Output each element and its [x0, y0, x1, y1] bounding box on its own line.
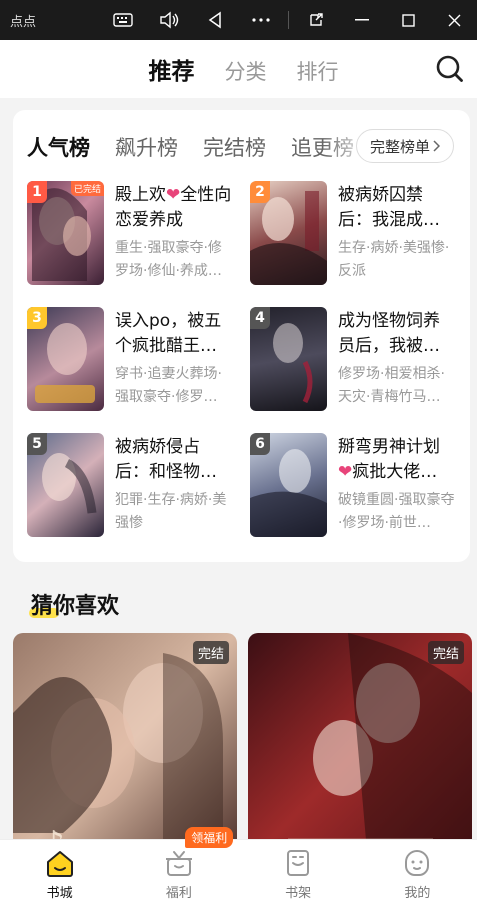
book-title-6: 掰弯男神计划 ❤疯批大佬…: [338, 437, 440, 482]
book-tags-2: 生存·病娇·美强惨·反派: [338, 240, 450, 279]
heart-icon: ❤: [166, 185, 181, 205]
completed-badge: 完结: [427, 641, 464, 664]
book-item-3[interactable]: 3 误入po，被五个疯批醋王… 穿书·追妻火葬场·强取豪夺·修罗…: [27, 307, 242, 411]
more-icon[interactable]: [246, 5, 276, 35]
ranking-tabs: 人气榜 飙升榜 完结榜 追更榜: [27, 132, 367, 162]
popout-icon[interactable]: [301, 5, 331, 35]
chevron-right-icon: [433, 140, 440, 152]
tab-recommend[interactable]: 推荐: [149, 52, 195, 86]
book-tags-6: 破镜重圆·强取豪夺·修罗场·前世…: [338, 492, 455, 531]
window-titlebar: 点点: [0, 0, 477, 40]
gift-icon: [165, 851, 192, 876]
guess-section-title: 猜你喜欢: [28, 588, 119, 620]
rank-number-1: 1: [27, 181, 47, 203]
bottom-nav-welfare[interactable]: 领福利 福利: [119, 827, 238, 903]
bottom-nav-label: 书城: [46, 886, 73, 901]
completed-badge: 完结: [192, 641, 229, 664]
book-title-5: 被病娇侵占后：和怪物…: [115, 437, 217, 482]
search-icon[interactable]: [435, 54, 465, 84]
completed-badge-1: 已完结: [70, 181, 104, 196]
minimize-icon[interactable]: [347, 5, 377, 35]
book-title-2: 被病娇囚禁后：我混成…: [338, 185, 440, 230]
guess-card-2[interactable]: 完结: [248, 633, 472, 863]
book-tags-1: 重生·强取豪夺·修罗场·修仙·养成…: [115, 240, 222, 279]
ranking-tab-completed[interactable]: 完结榜: [203, 132, 266, 162]
tab-category[interactable]: 分类: [225, 56, 267, 86]
book-cover-1: 1 已完结: [27, 181, 104, 285]
rank-number-3: 3: [27, 307, 47, 329]
book-tags-4: 修罗场·相爱相杀·天灾·青梅竹马…: [338, 366, 445, 405]
home-icon: [46, 851, 73, 877]
keyboard-icon[interactable]: [108, 5, 138, 35]
book-cover-3: 3: [27, 307, 104, 411]
back-triangle-icon[interactable]: [200, 5, 230, 35]
bookshelf-icon: [287, 850, 310, 876]
rank-number-6: 6: [250, 433, 270, 455]
bottom-nav-label: 书架: [285, 886, 312, 901]
ranking-card: 人气榜 飙升榜 完结榜 追更榜 完整榜单 1 已完结 殿上欢❤全性向恋爱养成 重…: [13, 110, 470, 562]
book-item-5[interactable]: 5 被病娇侵占后：和怪物… 犯罪·生存·病娇·美强惨: [27, 433, 242, 537]
bottom-nav-label: 福利: [165, 886, 192, 901]
top-nav: 推荐 分类 排行: [0, 40, 477, 98]
book-title-1: 殿上欢❤全性向恋爱养成: [115, 185, 232, 230]
rank-number-2: 2: [250, 181, 270, 203]
book-title-3: 误入po，被五个疯批醋王…: [115, 311, 222, 356]
bottom-nav-profile[interactable]: 我的: [358, 840, 477, 903]
book-cover-2: 2: [250, 181, 327, 285]
maximize-icon[interactable]: [393, 5, 423, 35]
book-item-1[interactable]: 1 已完结 殿上欢❤全性向恋爱养成 重生·强取豪夺·修罗场·修仙·养成…: [27, 181, 242, 285]
rank-number-5: 5: [27, 433, 47, 455]
tab-ranking[interactable]: 排行: [297, 56, 339, 86]
bottom-nav-bookstore[interactable]: 书城: [0, 840, 119, 903]
app-title: 点点: [10, 14, 37, 30]
top-nav-tabs: 推荐 分类 排行: [149, 52, 339, 86]
rank-number-4: 4: [250, 307, 270, 329]
full-list-label: 完整榜单: [369, 137, 430, 156]
book-tags-5: 犯罪·生存·病娇·美强惨: [115, 492, 227, 531]
book-cover-4: 4: [250, 307, 327, 411]
book-title-4: 成为怪物饲养员后，我被…: [338, 311, 440, 356]
welfare-badge: 领福利: [185, 827, 234, 848]
book-cover-6: 6: [250, 433, 327, 537]
titlebar-icons: [100, 5, 477, 35]
book-item-2[interactable]: 2 被病娇囚禁后：我混成… 生存·病娇·美强惨·反派: [250, 181, 465, 285]
book-cover-5: 5: [27, 433, 104, 537]
bottom-nav-label: 我的: [404, 886, 431, 901]
bottom-nav: 书城 领福利 福利 书架 我的: [0, 827, 477, 903]
ranking-tab-popular[interactable]: 人气榜: [27, 132, 90, 162]
titlebar-divider: [288, 11, 289, 29]
close-icon[interactable]: [439, 5, 469, 35]
guess-cover-2: [248, 633, 472, 863]
volume-icon[interactable]: [154, 5, 184, 35]
book-tags-3: 穿书·追妻火葬场·强取豪夺·修罗…: [115, 366, 222, 405]
bottom-nav-bookshelf[interactable]: 书架: [239, 840, 358, 903]
profile-icon: [405, 849, 430, 876]
full-list-button[interactable]: 完整榜单: [356, 129, 454, 163]
book-item-6[interactable]: 6 掰弯男神计划 ❤疯批大佬… 破镜重圆·强取豪夺·修罗场·前世…: [250, 433, 465, 537]
heart-icon: ❤: [338, 462, 353, 482]
ranking-tab-rising[interactable]: 飙升榜: [115, 132, 178, 162]
book-item-4[interactable]: 4 成为怪物饲养员后，我被… 修罗场·相爱相杀·天灾·青梅竹马…: [250, 307, 465, 411]
